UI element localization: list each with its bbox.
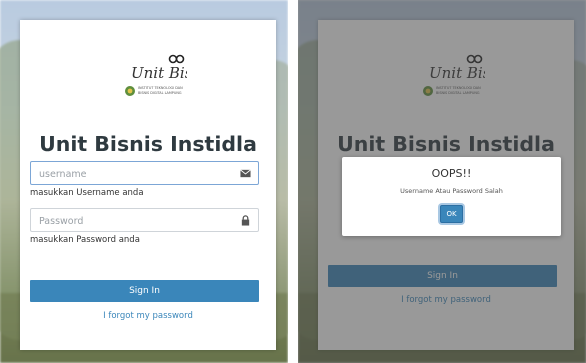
svg-text:BISNIS DIGITAL LAMPUNG: BISNIS DIGITAL LAMPUNG (138, 91, 182, 95)
page-title: Unit Bisnis Instidla (39, 132, 257, 156)
dialog-title: OOPS!! (431, 167, 472, 180)
forgot-password-link[interactable]: I forgot my password (20, 311, 276, 321)
password-field[interactable] (30, 208, 259, 233)
username-field[interactable] (30, 161, 259, 186)
error-dialog: OOPS!! Username Atau Password Salah OK (342, 157, 561, 236)
envelope-icon (240, 169, 251, 178)
login-error-screen: Unit Bisnis INSTITUT TEKNOLOGI DAN BISNI… (298, 0, 586, 363)
password-input[interactable] (31, 210, 229, 233)
password-hint: masukkan Password anda (30, 235, 140, 245)
login-card: Unit Bisnis INSTITUT TEKNOLOGI DAN BISNI… (20, 20, 276, 350)
login-screen: Unit Bisnis INSTITUT TEKNOLOGI DAN BISNI… (0, 0, 288, 363)
unit-bisnis-logo: Unit Bisnis INSTITUT TEKNOLOGI DAN BISNI… (125, 54, 187, 96)
svg-text:INSTITUT TEKNOLOGI DAN: INSTITUT TEKNOLOGI DAN (138, 86, 183, 90)
username-hint: masukkan Username anda (30, 188, 144, 198)
username-input[interactable] (31, 163, 229, 186)
dialog-message: Username Atau Password Salah (400, 187, 503, 195)
svg-text:Unit Bisnis: Unit Bisnis (131, 64, 187, 82)
sign-in-button[interactable]: Sign In (30, 280, 259, 302)
ok-button[interactable]: OK (440, 205, 463, 223)
lock-icon (241, 215, 250, 226)
